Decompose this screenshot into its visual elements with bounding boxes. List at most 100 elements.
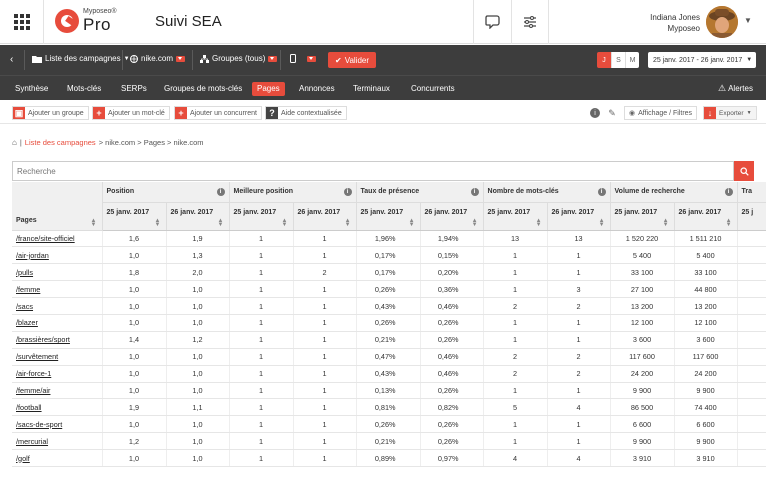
menu-groupes-mots-cles[interactable]: Groupes de mots-clés (159, 82, 247, 96)
add-group-button[interactable]: ▣ Ajouter un groupe (12, 106, 89, 120)
menu-mots-cles[interactable]: Mots-clés (62, 82, 106, 96)
column-header-date[interactable]: 26 janv. 2017 ▲ ▼ (420, 202, 484, 231)
date-range-picker[interactable]: 25 janv. 2017 - 26 janv. 2017 ▼ (648, 52, 756, 68)
period-week-button[interactable]: S (611, 52, 625, 68)
table-row[interactable]: /france/site-officiel 1,6 1,9 1 1 1,96% 1,94% 1… (12, 230, 766, 248)
page-link[interactable]: /brassières/sport (16, 335, 70, 344)
page-link[interactable]: /air-jordan (16, 251, 49, 260)
page-cell: /air-force-1 (12, 365, 103, 383)
page-link[interactable]: /femme/air (16, 386, 50, 395)
validate-button[interactable]: ✔ Valider (328, 52, 377, 68)
chat-icon (484, 15, 500, 29)
add-competitor-button[interactable]: + Ajouter un concurrent (174, 106, 262, 120)
table-row[interactable]: /air-jordan 1,0 1,3 1 1 0,17% 0,15% 1 1 5 400 5 40… (12, 246, 766, 265)
groups-selector[interactable]: Groupes (tous) (200, 54, 278, 63)
display-filters-button[interactable]: ◉ Affichage / Filtres (624, 106, 698, 120)
avatar[interactable] (706, 6, 738, 38)
table-row[interactable]: /air-force-1 1,0 1,0 1 1 0,43% 0,46% 2 2 24 200 24… (12, 365, 766, 383)
chat-button[interactable] (473, 0, 511, 44)
device-selector[interactable] (290, 54, 316, 63)
table-row[interactable]: /femme 1,0 1,0 1 1 0,26% 0,36% 1 3 27 100 44 800 (12, 280, 766, 299)
page-link[interactable]: /golf (16, 454, 30, 463)
page-link[interactable]: /football (16, 403, 42, 412)
info-icon[interactable]: i (724, 188, 733, 196)
menu-annonces[interactable]: Annonces (294, 82, 340, 96)
campaigns-dropdown[interactable]: Liste des campagnes ▼ (32, 54, 130, 63)
alerts-button[interactable]: ⚠ Alertes (718, 83, 753, 94)
column-header-date[interactable]: 25 janv. 2017 ▲ ▼ (229, 202, 294, 231)
table-row[interactable]: /survêtement 1,0 1,0 1 1 0,47% 0,46% 2 2 117 600 1… (12, 348, 766, 366)
menu-synthese[interactable]: Synthèse (10, 82, 53, 96)
page-link[interactable]: /sacs-de-sport (16, 420, 62, 429)
table-row[interactable]: /golf 1,0 1,0 1 1 0,89% 0,97% 4 4 3 910 3 910 (12, 449, 766, 467)
column-header-date[interactable]: 25 janv. 2017 ▲ ▼ (610, 202, 675, 231)
table-row[interactable]: /brassières/sport 1,4 1,2 1 1 0,21% 0,26% 1 1 3 6… (12, 331, 766, 349)
breadcrumb-campaigns-link[interactable]: Liste des campagnes (25, 138, 96, 147)
column-header-date[interactable]: 26 janv. 2017 ▲ ▼ (674, 202, 738, 231)
page-link[interactable]: /pulls (16, 268, 33, 277)
myposeo-logo[interactable]: Myposeo® Pro (55, 6, 129, 38)
contextual-help-button[interactable]: ? Aide contextualisée (265, 106, 347, 120)
info-icon[interactable]: i (470, 188, 479, 196)
info-icon[interactable]: i (216, 188, 225, 196)
menu-serps[interactable]: SERPs (116, 82, 152, 96)
table-cell: 117 600 (674, 348, 738, 366)
column-header-date[interactable]: 25 janv. 2017 ▲ ▼ (102, 202, 167, 231)
table-row[interactable]: /femme/air 1,0 1,0 1 1 0,13% 0,26% 1 1 9 900 9 900 (12, 382, 766, 400)
info-icon[interactable]: i (597, 188, 606, 196)
page-link[interactable]: /mercurial (16, 437, 48, 446)
app-launcher-button[interactable] (0, 0, 44, 44)
user-name[interactable]: Indiana Jones (560, 13, 700, 22)
page-link[interactable]: /france/site-officiel (16, 234, 75, 243)
period-day-button[interactable]: J (597, 52, 611, 68)
page-link[interactable]: /blazer (16, 318, 38, 327)
sort-icon: ▲ ▼ (535, 217, 542, 228)
table-cell: 0,21% (356, 331, 421, 349)
group-header-traffic: Tra (737, 182, 766, 203)
logo-mark-icon (55, 9, 79, 33)
column-header-pages[interactable]: Pages ▲ ▼ (12, 182, 103, 231)
column-header-date[interactable]: 25 janv. 2017 ▲ ▼ (356, 202, 421, 231)
table-row[interactable]: /sacs-de-sport 1,0 1,0 1 1 0,26% 0,26% 1 1 6 600 6… (12, 415, 766, 434)
table-row[interactable]: /blazer 1,0 1,0 1 1 0,26% 0,26% 1 1 12 100 12 100 (12, 314, 766, 332)
page-link[interactable]: /femme (16, 285, 40, 294)
search-button[interactable] (734, 161, 754, 181)
search-input[interactable] (12, 161, 734, 181)
table-row[interactable]: /sacs 1,0 1,0 1 1 0,43% 0,46% 2 2 13 200 13 200 (12, 297, 766, 315)
menu-pages[interactable]: Pages (252, 82, 285, 96)
table-cell: 1,6 (102, 230, 167, 248)
home-icon[interactable]: ⌂ (12, 138, 17, 147)
chevron-down-icon[interactable]: ▼ (744, 16, 752, 25)
table-row[interactable]: /mercurial 1,2 1,0 1 1 0,21% 0,26% 1 1 9 900 9 900 (12, 432, 766, 451)
info-icon[interactable]: i (343, 188, 352, 196)
table-row[interactable]: /football 1,9 1,1 1 1 0,81% 0,82% 5 4 86 500 74 40… (12, 398, 766, 417)
page-link[interactable]: /survêtement (16, 352, 58, 361)
settings-sliders-button[interactable] (511, 0, 549, 44)
table-cell: 27 100 (610, 280, 675, 299)
column-header-date[interactable]: 26 janv. 2017 ▲ ▼ (547, 202, 611, 231)
table-cell: 0,97% (420, 449, 484, 467)
page-link[interactable]: /air-force-1 (16, 369, 51, 378)
table-cell: 33 100 (610, 263, 675, 282)
column-header-date[interactable]: 26 janv. 2017 ▲ ▼ (166, 202, 230, 231)
table-cell: 1 (483, 415, 548, 434)
info-icon[interactable]: i (590, 108, 600, 118)
column-header-date[interactable]: 25 janv. 2017 ▲ ▼ (483, 202, 548, 231)
export-button[interactable]: ↓ Exporter ▼ (703, 106, 757, 120)
table-cell: 0,26% (356, 280, 421, 299)
menu-concurrents[interactable]: Concurrents (406, 82, 460, 96)
menu-terminaux[interactable]: Terminaux (348, 82, 395, 96)
add-keyword-button[interactable]: + Ajouter un mot-clé (92, 106, 170, 120)
page-link[interactable]: /sacs (16, 302, 33, 311)
back-button[interactable]: ‹ (10, 54, 13, 65)
column-header-date[interactable]: 25 j (737, 202, 766, 231)
table-row[interactable]: /pulls 1,8 2,0 1 2 0,17% 0,20% 1 1 33 100 33 100 (12, 263, 766, 282)
table-cell: 5 (483, 398, 548, 417)
table-cell: 1 (483, 280, 548, 299)
column-header-date[interactable]: 26 janv. 2017 ▲ ▼ (293, 202, 357, 231)
period-month-button[interactable]: M (625, 52, 639, 68)
edit-icon[interactable]: ✎ (607, 108, 617, 118)
sort-icon: ▲ ▼ (90, 217, 97, 228)
domain-selector[interactable]: nike.com (130, 54, 186, 63)
table-cell (737, 230, 766, 248)
